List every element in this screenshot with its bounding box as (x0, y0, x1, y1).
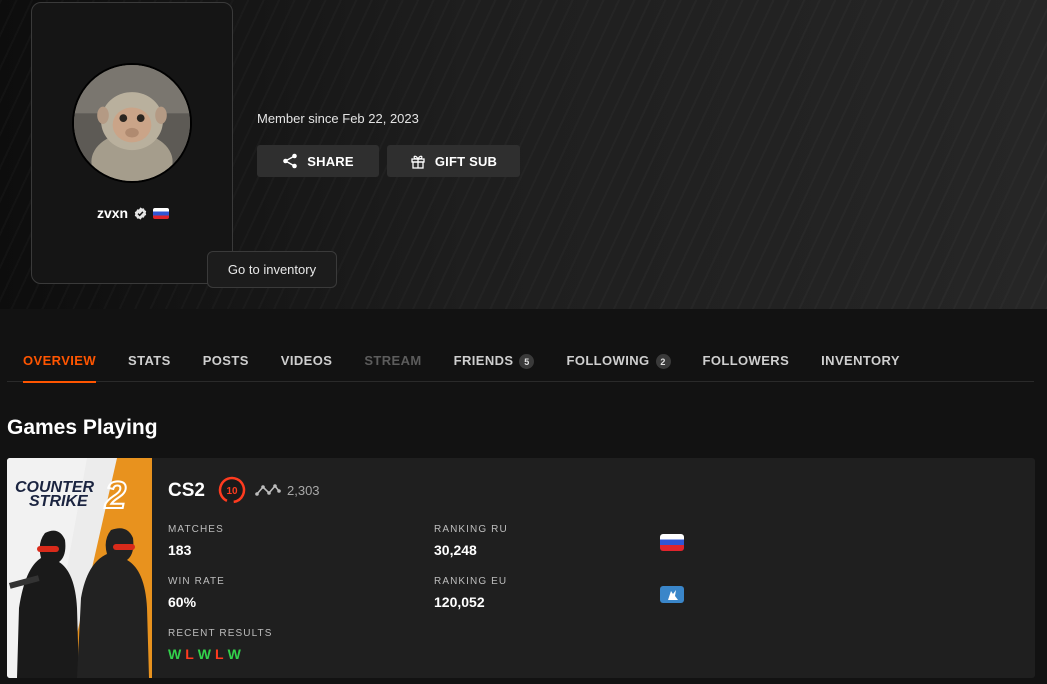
tab-label: FOLLOWERS (702, 353, 790, 368)
result-item: L (185, 646, 194, 662)
tab-posts[interactable]: POSTS (187, 340, 265, 382)
ranking-eu-label: RANKING EU (434, 576, 508, 587)
username-row: zvxn (32, 205, 234, 221)
tab-followers[interactable]: FOLLOWERS (687, 340, 806, 382)
elo-icon (255, 484, 281, 496)
verified-icon (134, 206, 147, 220)
tab-label: INVENTORY (821, 353, 900, 368)
tab-stats[interactable]: STATS (112, 340, 187, 382)
tab-overview[interactable]: OVERVIEW (7, 340, 112, 383)
result-item: L (215, 646, 224, 662)
ranking-ru-value[interactable]: 30,248 (434, 542, 477, 558)
username[interactable]: zvxn (97, 205, 128, 221)
tab-inventory[interactable]: INVENTORY (805, 340, 916, 382)
tab-label: POSTS (202, 353, 249, 368)
tab-label: STREAM (364, 353, 422, 368)
win-rate-value: 60% (168, 594, 197, 610)
recent-results: W L W L W (168, 646, 241, 662)
country-flag-ru-icon (153, 207, 170, 219)
level-value: 10 (226, 486, 238, 497)
profile-card: zvxn (31, 2, 233, 284)
tab-label: FOLLOWING (566, 353, 650, 368)
tab-friends[interactable]: FRIENDS 5 (438, 340, 551, 382)
result-item: W (197, 646, 211, 662)
tab-label: STATS (128, 353, 171, 368)
result-item: W (168, 646, 182, 662)
tab-stream: STREAM (348, 340, 437, 382)
ranking-eu-value[interactable]: 120,052 (434, 594, 485, 610)
matches-label: MATCHES (168, 524, 224, 535)
gift-icon (411, 155, 425, 169)
cover-line-2: STRIKE (29, 493, 89, 510)
elo-value: 2,303 (287, 483, 320, 498)
inventory-tooltip: Go to inventory (207, 251, 337, 288)
level-10-icon: 10 (218, 476, 246, 504)
share-label: SHARE (307, 153, 354, 169)
avatar[interactable] (72, 63, 192, 183)
game-card-cs2[interactable]: COUNTER STRIKE 2 CS2 10 2,303 MATCHES 18… (7, 458, 1035, 678)
share-button[interactable]: SHARE (257, 145, 379, 177)
ranking-ru-label: RANKING RU (434, 524, 508, 535)
game-name[interactable]: CS2 (168, 480, 205, 502)
flag-ru-icon (660, 534, 684, 551)
following-count-badge: 2 (655, 354, 671, 369)
gift-sub-button[interactable]: GIFT SUB (387, 145, 520, 177)
cover-number: 2 (104, 475, 126, 517)
profile-tabs: OVERVIEW STATS POSTS VIDEOS STREAM FRIEN… (7, 340, 1034, 383)
tab-following[interactable]: FOLLOWING 2 (550, 340, 686, 382)
friends-count-badge: 5 (519, 354, 535, 369)
region-eu-icon (660, 586, 684, 603)
avatar-image (74, 65, 190, 181)
win-rate-label: WIN RATE (168, 576, 225, 587)
member-since: Member since Feb 22, 2023 (257, 111, 419, 126)
tab-label: OVERVIEW (23, 353, 97, 368)
tab-label: FRIENDS (453, 353, 514, 368)
tab-label: VIDEOS (280, 353, 333, 368)
game-cover-image: COUNTER STRIKE 2 (7, 458, 152, 678)
tab-videos[interactable]: VIDEOS (265, 340, 349, 382)
section-title: Games Playing (7, 416, 158, 439)
recent-results-label: RECENT RESULTS (168, 628, 273, 639)
game-cover-graphic: COUNTER STRIKE 2 (7, 458, 152, 678)
result-item: W (227, 646, 241, 662)
share-icon (283, 153, 298, 169)
matches-value: 183 (168, 542, 192, 558)
gift-label: GIFT SUB (434, 153, 498, 169)
